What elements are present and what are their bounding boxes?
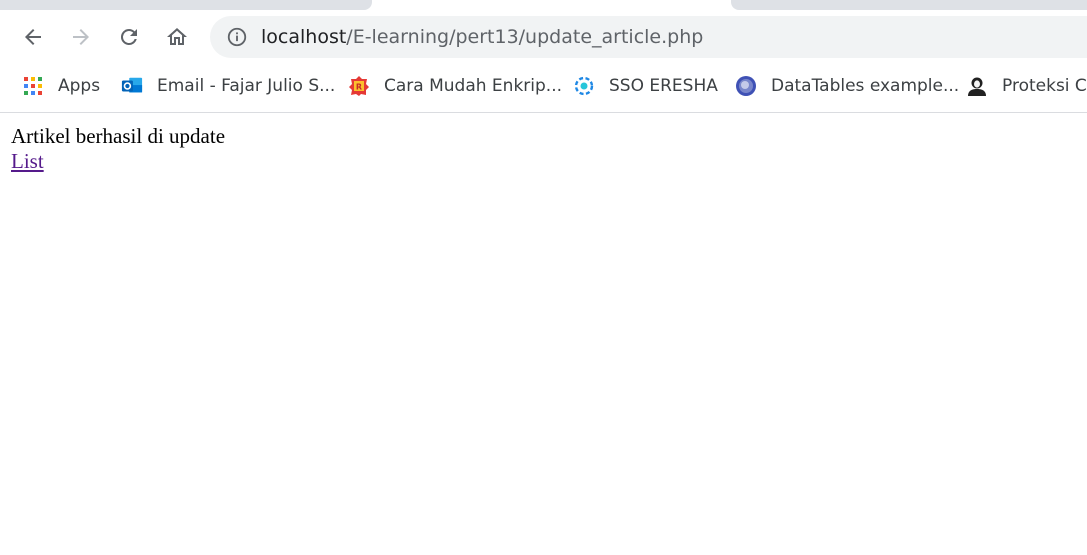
site-favicon-icon: R: [348, 75, 370, 97]
bookmark-label: Email - Fajar Julio S...: [157, 76, 336, 96]
home-button[interactable]: [159, 19, 195, 55]
tab-strip: [0, 0, 1087, 10]
reload-icon: [120, 28, 137, 45]
gear-logo-icon: [573, 75, 595, 97]
list-link[interactable]: List: [11, 149, 44, 173]
page-content: Artikel berhasil di update List: [11, 124, 225, 174]
home-icon: [167, 28, 187, 45]
address-bar[interactable]: localhost/E-learning/pert13/update_artic…: [210, 16, 1087, 58]
success-message: Artikel berhasil di update: [11, 124, 226, 148]
url-path: /E-learning/pert13/update_article.php: [346, 26, 704, 48]
globe-icon: [735, 75, 757, 97]
site-info-icon[interactable]: [226, 26, 248, 48]
bookmark-sso-eresha[interactable]: SSO ERESHA: [573, 74, 718, 98]
back-arrow-icon: [25, 29, 41, 45]
bookmark-label: Proteksi CS: [1002, 76, 1087, 96]
bookmark-label: Apps: [58, 76, 101, 96]
bookmark-label: DataTables example...: [771, 76, 960, 96]
bookmarks-bar: Apps Email - Fajar Julio S... R Cara Mud…: [0, 64, 1087, 113]
bookmark-proteksi[interactable]: Proteksi CS: [966, 74, 1087, 98]
apps-grid-icon: [22, 75, 44, 97]
bookmark-datatables[interactable]: DataTables example...: [735, 74, 959, 98]
browser-toolbar: localhost/E-learning/pert13/update_artic…: [0, 10, 1087, 64]
url-host: localhost: [261, 26, 347, 48]
avatar-icon: [966, 75, 988, 97]
bookmark-email[interactable]: Email - Fajar Julio S...: [121, 74, 335, 98]
svg-text:R: R: [356, 83, 362, 92]
reload-button[interactable]: [111, 19, 147, 55]
bookmark-apps[interactable]: Apps: [22, 74, 100, 98]
bookmark-label: SSO ERESHA: [609, 76, 718, 96]
url-text[interactable]: localhost/E-learning/pert13/update_artic…: [261, 25, 703, 49]
forward-button[interactable]: [63, 19, 99, 55]
outlook-icon: [121, 75, 143, 97]
inactive-tab-right[interactable]: [731, 0, 1087, 10]
back-button[interactable]: [15, 19, 51, 55]
bookmark-cara-mudah[interactable]: R Cara Mudah Enkrip...: [348, 74, 562, 98]
forward-arrow-icon: [73, 29, 89, 45]
inactive-tab-left[interactable]: [0, 0, 372, 10]
bookmark-label: Cara Mudah Enkrip...: [384, 76, 563, 96]
